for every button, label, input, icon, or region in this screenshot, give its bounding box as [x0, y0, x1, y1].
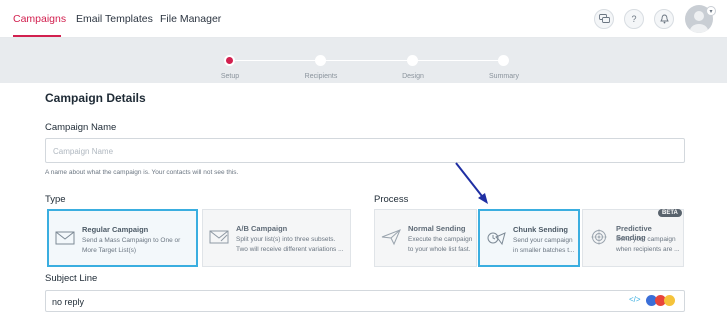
tab-file-manager[interactable]: File Manager — [160, 13, 221, 25]
clock-plane-icon — [487, 232, 506, 246]
code-icon[interactable]: </> — [629, 295, 641, 304]
stepper-track — [230, 60, 498, 61]
campaign-name-placeholder: Campaign Name — [53, 147, 114, 156]
ab-envelope-icon — [209, 230, 229, 244]
bell-icon[interactable] — [654, 9, 674, 29]
tab-email-templates[interactable]: Email Templates — [76, 13, 153, 25]
beta-badge: BETA — [658, 209, 682, 217]
annotation-arrow-icon — [455, 162, 488, 204]
regular-campaign-card[interactable]: Regular Campaign Send a Mass Campaign to… — [47, 209, 198, 267]
card-desc: Send your campaign in smaller batches t.… — [513, 237, 575, 254]
step-recipients-dot[interactable] — [315, 55, 326, 66]
card-desc: Split your list(s) into three subsets. T… — [236, 236, 344, 253]
chevron-down-icon[interactable]: ▾ — [706, 6, 716, 16]
card-title: Regular Campaign — [82, 225, 149, 234]
card-desc: Send a Mass Campaign to One or More Targ… — [82, 237, 181, 254]
target-icon — [591, 229, 607, 245]
step-summary-label: Summary — [489, 73, 519, 80]
card-title: Normal Sending — [408, 224, 466, 233]
wow-emoji-icon[interactable] — [664, 295, 675, 306]
card-title: A/B Campaign — [236, 224, 288, 233]
paper-plane-icon — [381, 229, 401, 246]
step-setup-dot[interactable] — [224, 55, 235, 66]
step-summary-dot[interactable] — [498, 55, 509, 66]
card-desc: Send your campaign when recipients are .… — [616, 236, 680, 253]
step-recipients-label: Recipients — [304, 73, 338, 80]
subject-line-value: no reply — [52, 297, 85, 307]
page-title: Campaign Details — [45, 91, 146, 105]
envelope-icon — [55, 231, 75, 245]
card-title: Chunk Sending — [513, 225, 568, 234]
campaign-name-label: Campaign Name — [45, 122, 117, 133]
help-icon[interactable]: ? — [624, 9, 644, 29]
process-label: Process — [374, 194, 409, 205]
normal-sending-card[interactable]: Normal Sending Execute the campaign to y… — [374, 209, 477, 267]
step-design-dot[interactable] — [407, 55, 418, 66]
subject-line-label: Subject Line — [45, 273, 98, 284]
type-label: Type — [45, 194, 66, 205]
campaign-name-input[interactable]: Campaign Name — [45, 138, 685, 163]
top-nav: Campaigns Email Templates File Manager ?… — [0, 0, 727, 38]
progress-stepper: Setup Recipients Design Summary — [0, 38, 727, 83]
chat-icon[interactable] — [594, 9, 614, 29]
card-desc: Execute the campaign to your whole list … — [408, 236, 473, 253]
step-setup-label: Setup — [220, 73, 240, 80]
ab-campaign-card[interactable]: A/B Campaign Split your list(s) into thr… — [202, 209, 351, 267]
chunk-sending-card[interactable]: Chunk Sending Send your campaign in smal… — [478, 209, 580, 267]
subject-line-input[interactable]: no reply — [45, 290, 685, 312]
campaign-name-hint: A name about what the campaign is. Your … — [45, 169, 239, 176]
tab-campaigns[interactable]: Campaigns — [13, 13, 66, 25]
step-design-label: Design — [402, 73, 424, 80]
predictive-sending-card[interactable]: Predictive Sending Send your campaign wh… — [582, 209, 684, 267]
active-tab-indicator — [13, 35, 61, 37]
